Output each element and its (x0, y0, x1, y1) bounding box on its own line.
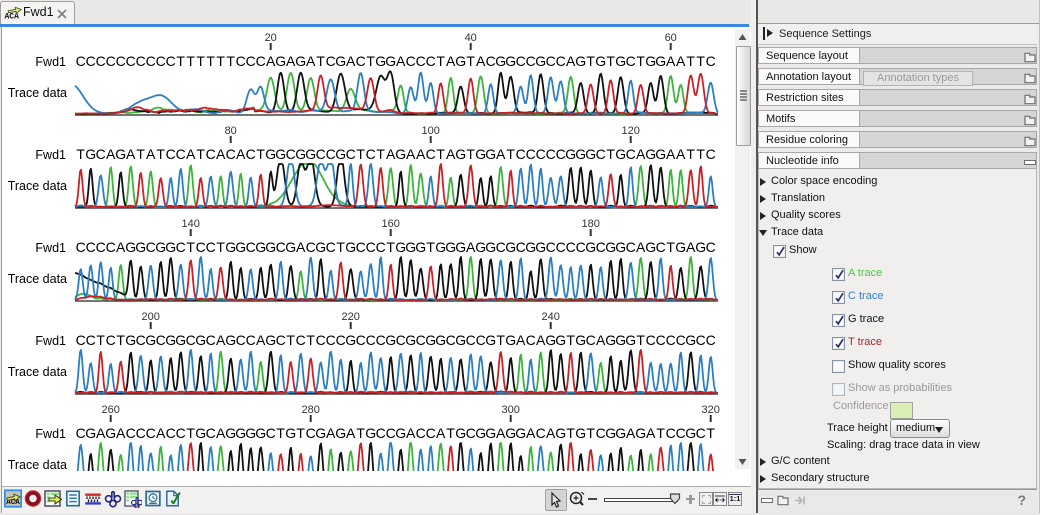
svg-text:280: 280 (302, 404, 320, 416)
svg-text:Trace data: Trace data (8, 272, 67, 286)
svg-text:CCTCTGCGCGGCGCAGCCAGCTCTCCCGCC: CCTCTGCGCGGCGCAGCCAGCTCTCCCGCCCGCGCGGCGC… (76, 332, 716, 348)
svg-text:CCCCCCCCCCTTTTTTCCCAGAGATCGACT: CCCCCCCCCCTTTTTTCCCAGAGATCGACTGGACCCTAGT… (76, 53, 716, 69)
svg-text:ACA: ACA (5, 13, 20, 22)
svg-text:240: 240 (542, 311, 560, 323)
svg-text:200: 200 (142, 311, 160, 323)
svg-text:100: 100 (422, 125, 440, 137)
svg-text:80: 80 (225, 125, 237, 137)
svg-text:Fwd1: Fwd1 (35, 55, 66, 69)
svg-text:Trace data: Trace data (8, 365, 67, 379)
svg-text:CCCCAGGCGGCTCCTGGCGGCGACGCTGCC: CCCCAGGCGGCTCCTGGCGGCGACGCTGCCCTGGGTGGGA… (76, 239, 716, 255)
svg-text:180: 180 (582, 218, 600, 230)
svg-text:60: 60 (665, 32, 677, 44)
svg-text:Trace data: Trace data (8, 86, 67, 100)
svg-text:160: 160 (382, 218, 400, 230)
svg-text:20: 20 (265, 32, 277, 44)
svg-text:Fwd1: Fwd1 (35, 334, 66, 348)
svg-text:Fwd1: Fwd1 (35, 148, 66, 162)
svg-text:260: 260 (102, 404, 120, 416)
svg-text:Fwd1: Fwd1 (35, 241, 66, 255)
svg-text:120: 120 (622, 125, 640, 137)
svg-text:Fwd1: Fwd1 (35, 427, 66, 441)
svg-text:300: 300 (502, 404, 520, 416)
svg-text:CGAGACCCACCTGCAGGGGCTGTCGAGATG: CGAGACCCACCTGCAGGGGCTGTCGAGATGCCGACCATGC… (76, 425, 716, 441)
svg-text:Trace data: Trace data (8, 179, 67, 193)
svg-text:140: 140 (182, 218, 200, 230)
svg-text:320: 320 (702, 404, 720, 416)
svg-text:TGCAGATATCCATCACACTGGCGGCCGCTC: TGCAGATATCCATCACACTGGCGGCCGCTCTAGAACTAGT… (76, 146, 715, 162)
svg-text:40: 40 (465, 32, 477, 44)
svg-text:220: 220 (342, 311, 360, 323)
svg-text:Trace data: Trace data (8, 458, 67, 471)
